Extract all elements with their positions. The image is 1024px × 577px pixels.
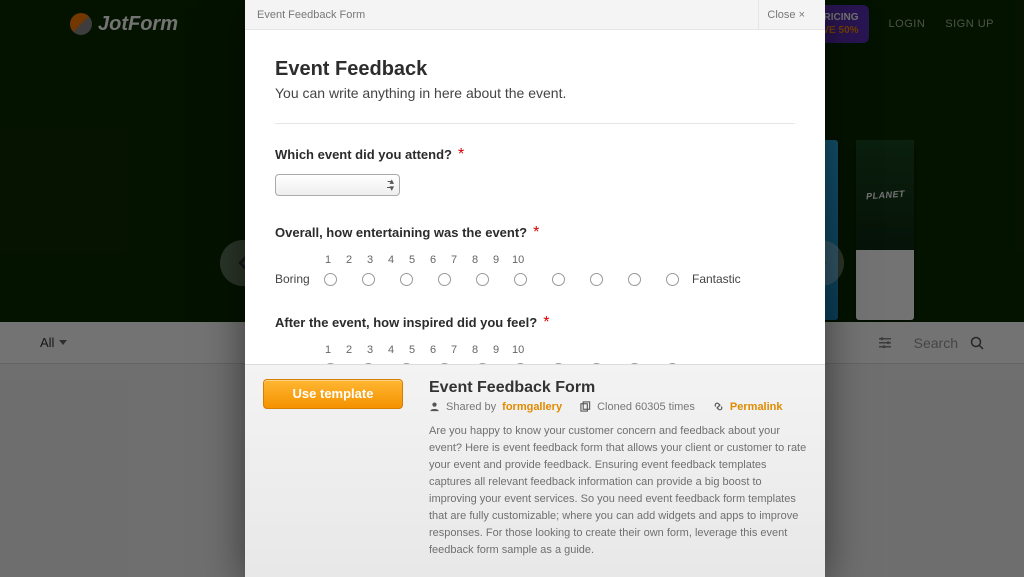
scale-radio[interactable] — [324, 273, 337, 286]
scale-radio[interactable] — [628, 273, 641, 286]
scale-radio[interactable] — [666, 273, 679, 286]
scale-radio[interactable] — [552, 273, 565, 286]
required-indicator: * — [533, 224, 539, 241]
shared-by-link[interactable]: formgallery — [502, 401, 562, 413]
modal-title: Event Feedback Form — [257, 9, 365, 21]
question-label: Which event did you attend? — [275, 147, 452, 162]
close-button[interactable]: Close × — [758, 0, 813, 29]
footer-meta: Shared by formgallery Cloned 60305 times… — [429, 401, 807, 413]
scale-row: Boring Fantastic — [275, 272, 795, 286]
user-icon — [429, 401, 440, 412]
scale-radio[interactable] — [476, 273, 489, 286]
scale-radio[interactable] — [362, 273, 375, 286]
modal-header: Event Feedback Form Close × — [245, 0, 825, 30]
form-subheading: You can write anything in here about the… — [275, 85, 795, 101]
required-indicator: * — [543, 314, 549, 331]
question-label: Overall, how entertaining was the event? — [275, 225, 527, 240]
scale-radio[interactable] — [400, 273, 413, 286]
scale-numbers: 12345678910 — [323, 344, 795, 356]
event-select[interactable]: ▴▾ — [275, 174, 400, 196]
question-label: After the event, how inspired did you fe… — [275, 315, 537, 330]
scale-radio[interactable] — [438, 273, 451, 286]
scale-radio[interactable] — [514, 273, 527, 286]
question-block: After the event, how inspired did you fe… — [275, 314, 795, 364]
scale-radio[interactable] — [590, 273, 603, 286]
footer-description: Are you happy to know your customer conc… — [429, 423, 807, 559]
template-preview-modal: Event Feedback Form Close × Event Feedba… — [245, 0, 825, 577]
scale-numbers: 12345678910 — [323, 254, 795, 266]
use-template-button[interactable]: Use template — [263, 379, 403, 409]
permalink-link[interactable]: Permalink — [730, 401, 783, 413]
form-heading: Event Feedback — [275, 58, 795, 81]
question-block: Which event did you attend? * ▴▾ — [275, 146, 795, 196]
modal-footer: Use template Event Feedback Form Shared … — [245, 364, 825, 577]
modal-body: Event Feedback You can write anything in… — [245, 30, 825, 364]
footer-title: Event Feedback Form — [429, 379, 807, 397]
question-block: Overall, how entertaining was the event?… — [275, 224, 795, 286]
required-indicator: * — [458, 146, 464, 163]
divider — [275, 123, 795, 124]
link-icon — [713, 401, 724, 412]
scale-right-label: Fantastic — [692, 272, 741, 286]
scale-left-label: Boring — [275, 272, 315, 286]
copy-icon — [580, 401, 591, 412]
